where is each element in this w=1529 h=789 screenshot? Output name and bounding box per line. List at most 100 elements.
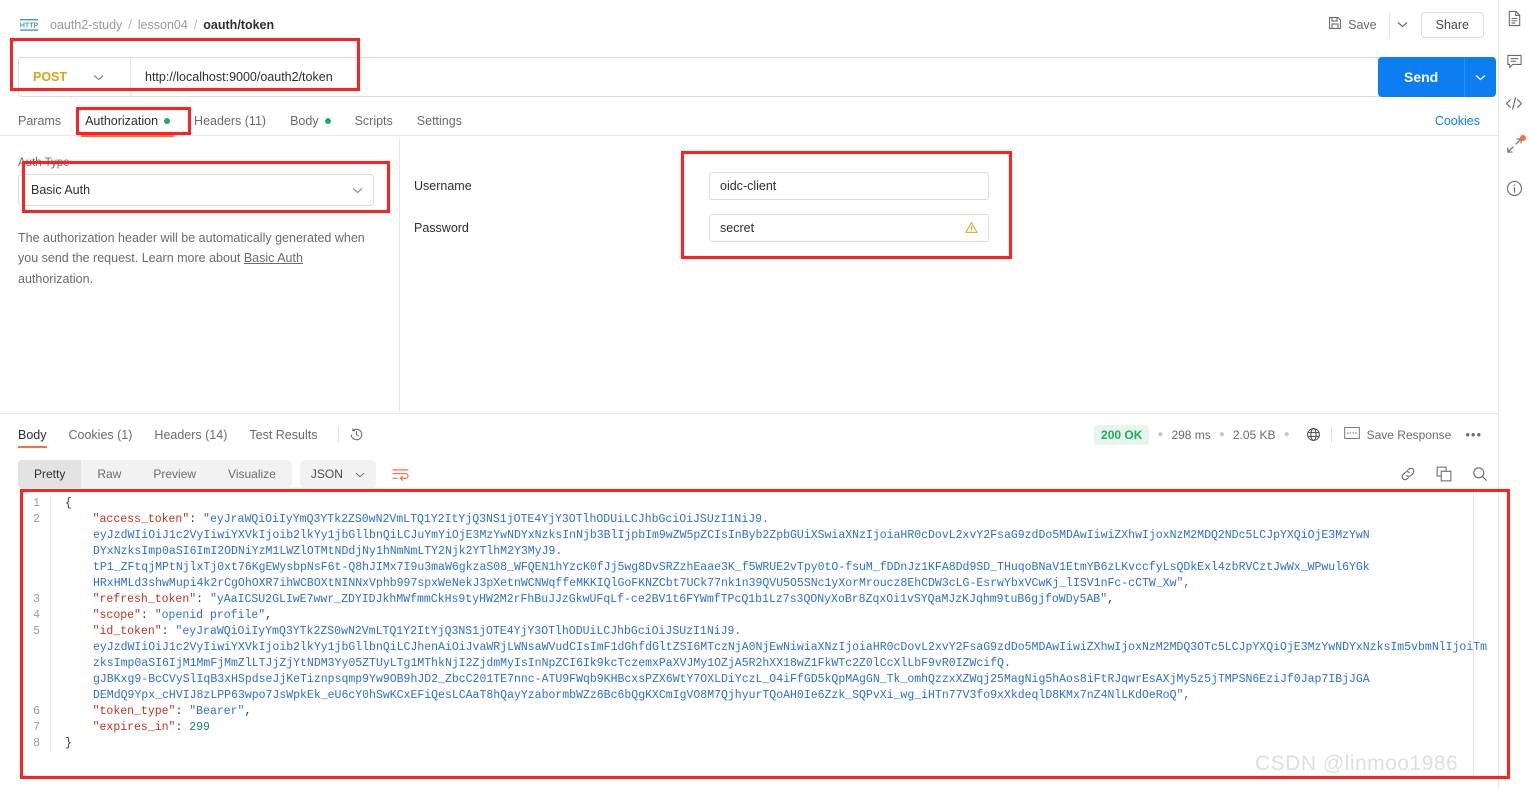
- code-content: { "access_token": "eyJraWQiOiIyYmQ3YTk2Z…: [51, 492, 1488, 752]
- format-tab-raw[interactable]: Raw: [81, 460, 137, 488]
- code-line: }: [65, 737, 72, 750]
- code-line-continuation: tP1_ZFtqjMPtNjlxTj0xt76KgEWysbpNsF6t-Q8h…: [93, 561, 1370, 574]
- response-language-select[interactable]: JSON: [299, 460, 376, 488]
- save-response-label: Save Response: [1366, 427, 1452, 442]
- response-tab-body[interactable]: Body: [18, 414, 58, 456]
- username-label: Username: [414, 179, 472, 193]
- authorization-panel: Auth Type Basic Auth The authorization h…: [0, 137, 1498, 412]
- http-method-select[interactable]: POST: [19, 58, 131, 96]
- format-tab-pretty[interactable]: Pretty: [18, 460, 82, 488]
- comment-icon[interactable]: [1506, 53, 1523, 70]
- chevron-down-icon: [352, 183, 363, 197]
- info-icon[interactable]: [1506, 180, 1523, 197]
- response-tab-test-results[interactable]: Test Results: [238, 414, 328, 456]
- globe-icon[interactable]: [1306, 427, 1321, 442]
- breadcrumb-item-current[interactable]: oauth/token: [203, 18, 274, 32]
- code-line-number-blank: [18, 560, 40, 576]
- tab-settings[interactable]: Settings: [405, 106, 474, 136]
- save-button[interactable]: Save: [1320, 11, 1385, 38]
- tab-body[interactable]: Body: [278, 106, 343, 136]
- code-icon[interactable]: [1505, 96, 1523, 111]
- code-line-number: 4: [33, 609, 40, 622]
- url-row: POST: [18, 57, 1398, 97]
- document-icon[interactable]: [1506, 10, 1523, 27]
- url-input[interactable]: [131, 58, 1397, 96]
- password-label: Password: [414, 221, 469, 235]
- link-icon[interactable]: [1400, 466, 1416, 482]
- response-size: 2.05 KB: [1232, 427, 1276, 442]
- topbar-actions: Save Share: [1320, 11, 1484, 38]
- copy-icon[interactable]: [1436, 466, 1452, 482]
- password-field-wrapper: [709, 214, 989, 242]
- http-method-value: POST: [33, 70, 68, 84]
- auth-type-select[interactable]: Basic Auth: [18, 174, 374, 206]
- auth-description-part1: The authorization header will be automat…: [18, 231, 365, 266]
- right-rail: [1498, 0, 1529, 789]
- code-line-number-blank: [18, 656, 40, 672]
- password-input[interactable]: [720, 221, 965, 235]
- code-line-continuation: gJBKxg9-BcCVySlIqB3xHSpdseJjKeTiznpsqmp9…: [93, 673, 1370, 686]
- code-line-number: 6: [33, 705, 40, 718]
- tab-scripts[interactable]: Scripts: [343, 106, 405, 136]
- code-line-number: 5: [33, 625, 40, 638]
- response-tab-headers[interactable]: Headers (14): [143, 414, 238, 456]
- basic-auth-link[interactable]: Basic Auth: [244, 251, 303, 265]
- clock-history-icon[interactable]: [349, 427, 364, 442]
- chevron-down-icon: [93, 70, 104, 84]
- cookies-link[interactable]: Cookies: [1435, 114, 1480, 128]
- save-response-button[interactable]: Save Response: [1343, 427, 1452, 442]
- modified-dot-icon: [324, 117, 331, 124]
- share-button[interactable]: Share: [1420, 11, 1484, 38]
- code-line-continuation: HRxHMLd3shwMupi4k2rCgOhOXR7ihWCBOXtNINNx…: [93, 577, 1191, 590]
- modified-dot-icon: [164, 117, 171, 124]
- send-options-caret[interactable]: [1464, 57, 1497, 97]
- expand-arrows-icon[interactable]: [1506, 135, 1526, 154]
- auth-credentials-column: Username Password: [400, 137, 1498, 412]
- breadcrumb-item-1[interactable]: lesson04: [138, 18, 188, 32]
- code-line-continuation: DEMdQ9Ypx_cHVIJ8zLPP63wpo7JsWpkEk_eU6cY0…: [93, 689, 1191, 702]
- meta-separator: ●: [1157, 429, 1164, 440]
- code-line: "access_token": "eyJraWQiOiIyYmQ3YTk2ZS0…: [92, 513, 769, 526]
- save-options-caret[interactable]: [1388, 12, 1411, 37]
- code-line-number-blank: [18, 688, 40, 704]
- code-line-number: 7: [33, 721, 40, 734]
- response-format-toolbar: Pretty Raw Preview Visualize JSON: [18, 458, 1488, 490]
- code-line-continuation: eyJzdWIiOiJ1c2VyIiwiYXVkIjoib2lkYy1jbGll…: [93, 529, 1370, 542]
- username-input[interactable]: [720, 179, 978, 193]
- tab-body-label: Body: [290, 113, 319, 128]
- code-line-continuation: zksImp0aSI6IjM1MmFjMmZlLTJjZjYtNDM3Yy05Z…: [93, 657, 1011, 670]
- tab-headers-label: Headers (11): [194, 113, 267, 128]
- tab-headers[interactable]: Headers (11): [182, 106, 278, 136]
- meta-separator: ●: [1283, 429, 1290, 440]
- tab-authorization[interactable]: Authorization: [73, 106, 182, 137]
- format-tab-visualize[interactable]: Visualize: [212, 460, 292, 488]
- send-button-group: Send: [1378, 57, 1497, 97]
- tab-params-label: Params: [18, 113, 62, 128]
- wrap-lines-icon[interactable]: [388, 461, 414, 487]
- code-line: "refresh_token": "yAaICSU2GLIwE7wwr_ZDYI…: [92, 593, 1115, 606]
- ellipsis-icon[interactable]: •••: [1465, 427, 1482, 442]
- http-request-icon: HTTP: [18, 16, 40, 34]
- search-icon[interactable]: [1472, 466, 1488, 482]
- chevron-down-icon: [355, 467, 365, 481]
- postman-window: HTTP oauth2-study / lesson04 / oauth/tok…: [0, 0, 1529, 789]
- url-box: POST: [18, 57, 1398, 97]
- tab-scripts-label: Scripts: [354, 113, 393, 128]
- code-line: {: [65, 497, 72, 510]
- save-button-label: Save: [1348, 17, 1377, 32]
- response-actions: [1400, 466, 1488, 482]
- code-line: "token_type": "Bearer",: [92, 705, 252, 718]
- format-tab-group: Pretty Raw Preview Visualize: [18, 460, 292, 488]
- auth-description-part2: authorization.: [18, 271, 94, 286]
- tab-params[interactable]: Params: [18, 106, 73, 136]
- response-tab-cookies[interactable]: Cookies (1): [58, 414, 144, 456]
- code-line-number-blank: [18, 544, 40, 560]
- notification-badge: [1519, 135, 1526, 141]
- code-inner: 1 2 3 4 5 6 7 8 { "access_token": "eyJraWQiOi…: [18, 492, 1488, 752]
- response-body-code[interactable]: 1 2 3 4 5 6 7 8 { "access_token": "eyJraWQiOi…: [18, 492, 1488, 780]
- divider: [338, 426, 340, 443]
- send-button[interactable]: Send: [1378, 57, 1465, 97]
- format-tab-preview[interactable]: Preview: [137, 460, 212, 488]
- response-tab-bar: Body Cookies (1) Headers (14) Test Resul…: [0, 413, 1498, 455]
- breadcrumb-item-0[interactable]: oauth2-study: [50, 18, 122, 32]
